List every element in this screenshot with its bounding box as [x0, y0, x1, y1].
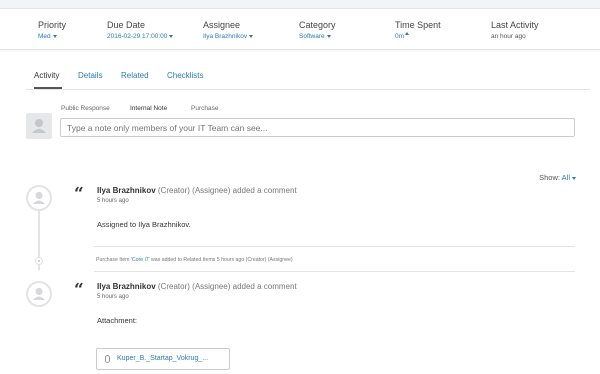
priority-dropdown[interactable]: Med	[38, 32, 66, 42]
category-dropdown[interactable]: Software	[299, 32, 336, 42]
current-user-avatar	[26, 113, 52, 139]
meta-category: Category Software	[299, 19, 336, 42]
assignee-dropdown[interactable]: Ilya Brazhnikov	[203, 32, 254, 42]
tab-activity[interactable]: Activity	[34, 70, 59, 82]
user-avatar-icon	[32, 119, 46, 133]
comment-time: 5 hours ago	[97, 294, 129, 300]
timeline-event-dot	[35, 257, 43, 265]
tab-purchase[interactable]: Purchase	[191, 105, 218, 112]
caret-down-icon	[169, 34, 174, 38]
comment-header: Ilya Brazhnikov (Creator) (Assignee) add…	[97, 282, 297, 291]
user-avatar-icon	[33, 192, 45, 204]
attachment-link[interactable]: Kuper_B._Startap_Vokrug_...	[96, 348, 230, 370]
meta-last-activity: Last Activity an hour ago	[491, 19, 539, 42]
caret-down-icon	[572, 176, 576, 180]
ticket-meta-bar: Priority Med Due Date 2016-02-29 17:00:0…	[0, 9, 600, 50]
internal-note-input[interactable]	[60, 118, 575, 137]
log-suffix: was added to Related Items 5 hours ago (…	[149, 257, 293, 263]
time-spent-toggle[interactable]: 0m	[395, 32, 441, 42]
activity-filter: Show: All	[539, 173, 576, 182]
meta-label: Category	[299, 20, 336, 30]
caret-down-icon	[52, 34, 57, 38]
comment-action: added a comment	[232, 186, 297, 195]
show-filter-dropdown[interactable]: All	[562, 173, 576, 182]
divider	[94, 271, 575, 272]
comment-time: 5 hours ago	[97, 198, 129, 204]
caret-down-icon	[326, 34, 331, 38]
meta-due-date: Due Date 2016-02-29 17:00:00	[107, 19, 174, 42]
caret-up-icon	[405, 32, 410, 35]
tab-details[interactable]: Details	[78, 70, 102, 82]
quote-icon: “	[74, 184, 84, 204]
comment-author[interactable]: Ilya Brazhnikov	[97, 282, 156, 291]
paperclip-icon	[105, 355, 110, 363]
log-prefix: Purchase Item	[96, 257, 131, 263]
show-label: Show:	[539, 173, 560, 182]
meta-priority: Priority Med	[38, 19, 66, 42]
log-entry: Purchase Item 'Core i7' was added to Rel…	[96, 257, 293, 263]
comment-avatar	[26, 281, 52, 307]
caret-down-icon	[249, 34, 254, 38]
due-date-dropdown[interactable]: 2016-02-29 17:00:00	[107, 32, 174, 42]
comment-roles: (Creator) (Assignee)	[157, 186, 231, 195]
meta-label: Time Spent	[395, 20, 441, 30]
quote-icon: “	[74, 280, 84, 300]
attachment-name: Kuper_B._Startap_Vokrug_...	[117, 355, 209, 362]
tab-checklists[interactable]: Checklists	[167, 70, 203, 82]
user-avatar-icon	[33, 288, 45, 300]
meta-assignee: Assignee Ilya Brazhnikov	[203, 19, 254, 42]
comment-header: Ilya Brazhnikov (Creator) (Assignee) add…	[97, 186, 297, 195]
tab-public-response[interactable]: Public Response	[61, 105, 110, 112]
meta-label: Assignee	[203, 20, 241, 30]
comment-body: Assigned to Ilya Brazhnikov.	[97, 220, 191, 229]
last-activity-value: an hour ago	[491, 33, 526, 40]
meta-label: Due Date	[107, 20, 146, 30]
comment-avatar	[26, 185, 52, 211]
tabs-divider	[26, 89, 590, 90]
comment-action: added a comment	[232, 282, 297, 291]
comment-author[interactable]: Ilya Brazhnikov	[97, 186, 156, 195]
meta-label: Priority	[38, 20, 67, 30]
top-strip	[0, 0, 600, 9]
divider	[94, 246, 575, 247]
ticket-page: Priority Med Due Date 2016-02-29 17:00:0…	[0, 0, 600, 374]
comment-body: Attachment:	[97, 316, 138, 325]
tab-internal-note[interactable]: Internal Note	[130, 105, 167, 112]
comment-roles: (Creator) (Assignee)	[157, 282, 231, 291]
meta-label: Last Activity	[491, 20, 539, 30]
tab-related[interactable]: Related	[121, 70, 149, 82]
meta-time-spent: Time Spent 0m	[395, 19, 441, 42]
log-item-link[interactable]: 'Core i7'	[131, 257, 150, 263]
